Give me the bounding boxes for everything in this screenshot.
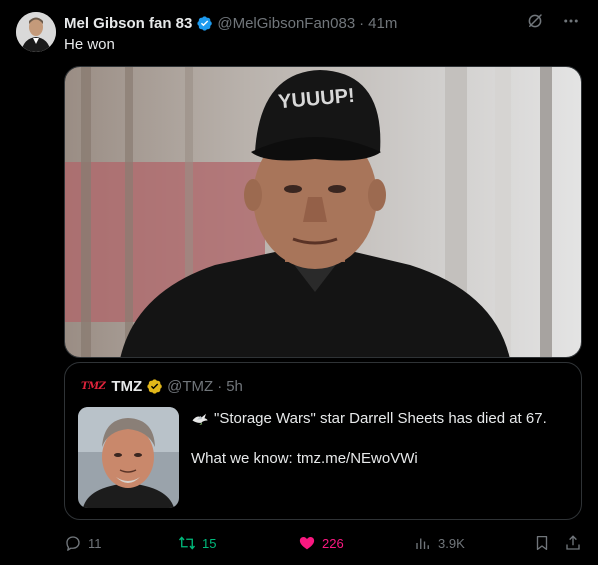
heart-icon bbox=[299, 537, 315, 550]
repost-icon bbox=[178, 536, 196, 550]
quoted-thumbnail-image[interactable] bbox=[78, 407, 179, 508]
separator-dot: · bbox=[217, 378, 223, 395]
quoted-tweet[interactable]: TMZ TMZ @TMZ · 5h "Storage Wars" star Da… bbox=[64, 362, 582, 520]
like-button[interactable]: 226 bbox=[298, 534, 344, 552]
quoted-text-line-1: "Storage Wars" star Darrell Sheets has d… bbox=[191, 410, 547, 427]
quoted-display-name[interactable]: TMZ bbox=[111, 378, 142, 395]
reply-icon bbox=[66, 536, 80, 551]
avatar[interactable] bbox=[16, 12, 56, 52]
tweet-header: Mel Gibson fan 83 @MelGibsonFan083 · 41m bbox=[64, 13, 598, 33]
bookmark-button[interactable] bbox=[533, 534, 551, 552]
grok-icon[interactable] bbox=[526, 12, 544, 30]
tweet-media-image[interactable]: YUUUP! bbox=[64, 66, 582, 358]
display-name[interactable]: Mel Gibson fan 83 bbox=[64, 15, 192, 32]
views-button[interactable]: 3.9K bbox=[414, 534, 465, 552]
verified-badge-icon bbox=[147, 379, 162, 394]
like-count: 226 bbox=[322, 535, 344, 551]
reply-button[interactable]: 11 bbox=[64, 534, 102, 552]
action-bar: 11 15 226 3.9K bbox=[64, 534, 582, 554]
quoted-text-headline: "Storage Wars" star Darrell Sheets has d… bbox=[214, 410, 547, 427]
handle[interactable]: @MelGibsonFan083 bbox=[217, 15, 355, 32]
quoted-tweet-header: TMZ TMZ @TMZ · 5h bbox=[81, 378, 243, 395]
views-count: 3.9K bbox=[438, 535, 465, 551]
tweet-text: He won bbox=[64, 36, 115, 53]
quoted-text-line-2: What we know: tmz.me/NEwoVWi bbox=[191, 450, 418, 467]
timestamp[interactable]: 41m bbox=[368, 15, 397, 32]
more-icon[interactable] bbox=[562, 12, 580, 30]
quoted-timestamp[interactable]: 5h bbox=[226, 378, 243, 395]
tmz-logo: TMZ bbox=[81, 381, 106, 392]
quoted-handle[interactable]: @TMZ bbox=[167, 378, 213, 395]
separator-dot: · bbox=[359, 14, 365, 32]
repost-count: 15 bbox=[202, 535, 217, 551]
reply-count: 11 bbox=[88, 535, 102, 551]
share-button[interactable] bbox=[564, 534, 582, 552]
bookmark-icon bbox=[536, 535, 548, 551]
repost-button[interactable]: 15 bbox=[178, 534, 216, 552]
views-icon bbox=[416, 538, 429, 549]
share-icon bbox=[566, 535, 580, 550]
verified-badge-icon bbox=[197, 15, 213, 31]
dove-icon bbox=[192, 413, 208, 425]
